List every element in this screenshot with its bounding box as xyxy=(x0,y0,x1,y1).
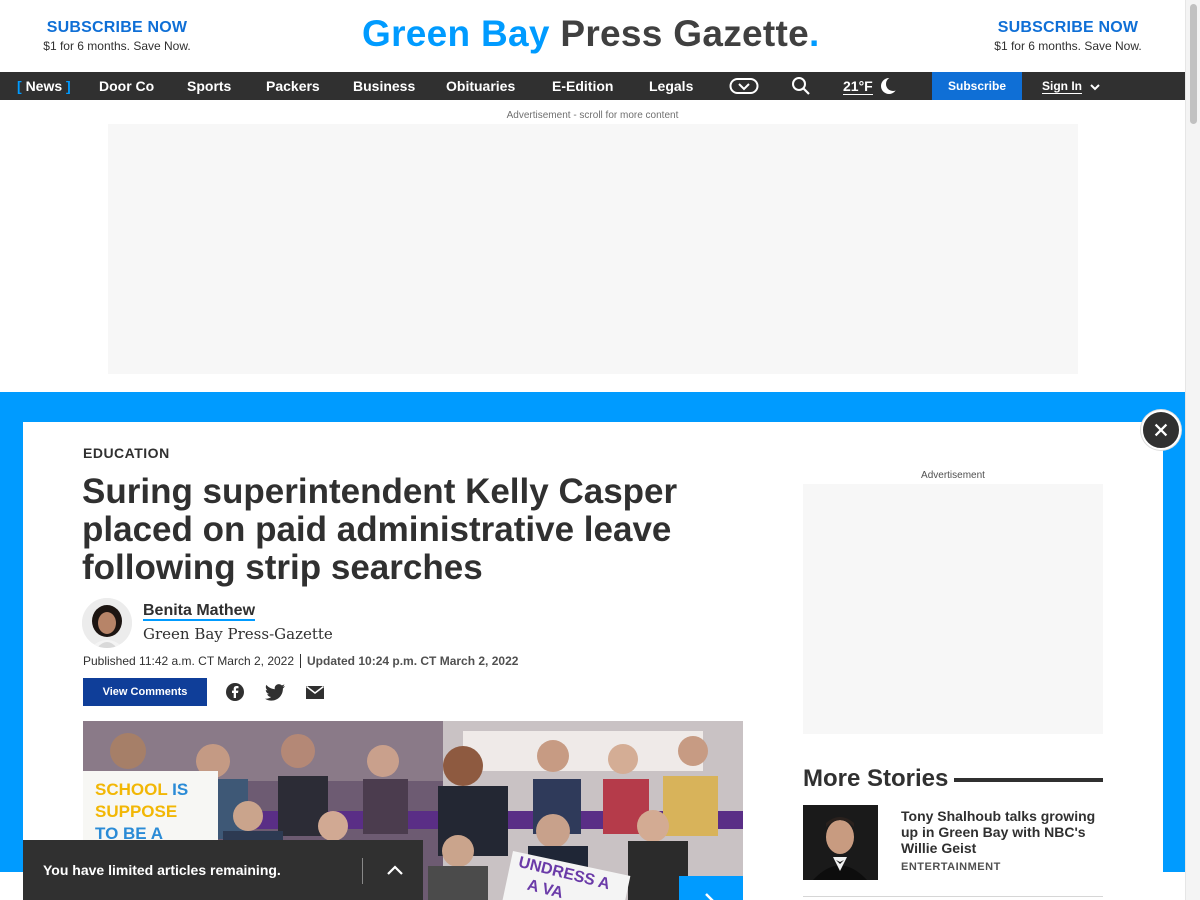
article-dates: Published 11:42 a.m. CT March 2, 2022 Upd… xyxy=(83,653,518,669)
chevron-right-icon xyxy=(705,893,714,900)
page-scrollbar[interactable] xyxy=(1185,0,1200,900)
masthead: SUBSCRIBE NOW $1 for 6 months. Save Now.… xyxy=(0,0,1185,72)
author-avatar[interactable] xyxy=(82,598,132,648)
promo-subtext: $1 for 6 months. Save Now. xyxy=(43,39,191,53)
limited-articles-bar: You have limited articles remaining. xyxy=(23,840,423,900)
author-affiliation: Green Bay Press-Gazette xyxy=(143,625,333,643)
promo-subtext: $1 for 6 months. Save Now. xyxy=(994,39,1142,53)
author-photo xyxy=(82,598,132,648)
story-headline-link[interactable]: Tony Shalhoub talks growing up in Green … xyxy=(901,808,1106,856)
temperature-value: 21°F xyxy=(843,78,873,95)
top-ad-slot xyxy=(108,124,1078,374)
nav-item-legals[interactable]: Legals xyxy=(649,72,693,100)
page: SUBSCRIBE NOW $1 for 6 months. Save Now.… xyxy=(0,0,1200,900)
published-date: Published 11:42 a.m. CT March 2, 2022 xyxy=(83,654,295,668)
author-name: Benita Mathew xyxy=(143,602,256,621)
email-icon[interactable] xyxy=(304,682,326,702)
subscribe-promo-left[interactable]: SUBSCRIBE NOW $1 for 6 months. Save Now. xyxy=(22,18,212,54)
search-icon[interactable] xyxy=(790,76,812,96)
logo-part-press-gazette: Press Gazette xyxy=(549,13,810,54)
weather-temperature[interactable]: 21°F xyxy=(843,72,873,100)
date-divider xyxy=(300,654,302,668)
subscribe-button[interactable]: Subscribe xyxy=(932,72,1022,100)
twitter-icon[interactable] xyxy=(264,682,286,702)
chevron-up-icon[interactable] xyxy=(382,859,408,881)
scrollbar-thumb[interactable] xyxy=(1190,4,1197,124)
nav-item-business[interactable]: Business xyxy=(353,72,415,100)
story-photo xyxy=(803,805,878,880)
more-menu-icon[interactable] xyxy=(729,76,759,96)
logo-dot: . xyxy=(809,13,820,54)
promo-headline: SUBSCRIBE NOW xyxy=(46,19,188,36)
nav-item-obituaries[interactable]: Obituaries xyxy=(446,72,515,100)
nav-bracket-open: [ xyxy=(17,78,22,94)
nav-item-sports[interactable]: Sports xyxy=(187,72,231,100)
more-stories-heading: More Stories xyxy=(803,765,955,793)
nav-item-label: News xyxy=(25,78,63,94)
chevron-down-icon xyxy=(1090,84,1101,91)
nav-bracket-close: ] xyxy=(66,78,71,94)
protest-sign-1: SCHOOL IS SUPPOSE TO BE A xyxy=(95,779,188,845)
nav-item-packers[interactable]: Packers xyxy=(266,72,320,100)
author-name-link[interactable]: Benita Mathew xyxy=(143,601,256,621)
moon-weather-icon xyxy=(881,77,900,94)
sign-1-line-1: SCHOOL IS xyxy=(95,780,189,799)
side-ad-slot xyxy=(803,484,1103,734)
sign-in-button[interactable]: Sign In xyxy=(1042,72,1101,100)
story-divider xyxy=(803,896,1103,897)
facebook-icon[interactable] xyxy=(224,682,246,702)
updated-date: Updated 10:24 p.m. CT March 2, 2022 xyxy=(307,654,519,668)
limited-bar-divider xyxy=(362,858,363,884)
limited-articles-text: You have limited articles remaining. xyxy=(43,862,281,878)
nav-item-door-co[interactable]: Door Co xyxy=(99,72,154,100)
story-category[interactable]: ENTERTAINMENT xyxy=(901,861,1001,873)
logo-part-green-bay: Green Bay xyxy=(362,13,550,54)
main-nav: [ News ] Door Co Sports Packers Business… xyxy=(0,72,1185,100)
article-headline: Suring superintendent Kelly Casper place… xyxy=(82,472,678,587)
sign-in-label: Sign In xyxy=(1042,79,1082,94)
side-ad-label: Advertisement xyxy=(921,470,985,481)
sign-1-line-2: SUPPOSE xyxy=(95,802,178,821)
view-comments-button[interactable]: View Comments xyxy=(83,678,207,706)
article-kicker[interactable]: EDUCATION xyxy=(83,445,170,461)
ad-label: Advertisement - scroll for more content xyxy=(506,110,679,121)
site-logo[interactable]: Green Bay Press Gazette. xyxy=(362,12,820,56)
nav-item-e-edition[interactable]: E-Edition xyxy=(552,72,613,100)
gallery-next-button[interactable] xyxy=(679,876,743,900)
nav-item-news[interactable]: [ News ] xyxy=(17,72,71,100)
story-thumbnail[interactable] xyxy=(803,805,878,880)
subscribe-promo-right[interactable]: SUBSCRIBE NOW $1 for 6 months. Save Now. xyxy=(973,18,1163,54)
close-icon[interactable] xyxy=(1141,410,1181,450)
promo-headline: SUBSCRIBE NOW xyxy=(997,19,1139,36)
